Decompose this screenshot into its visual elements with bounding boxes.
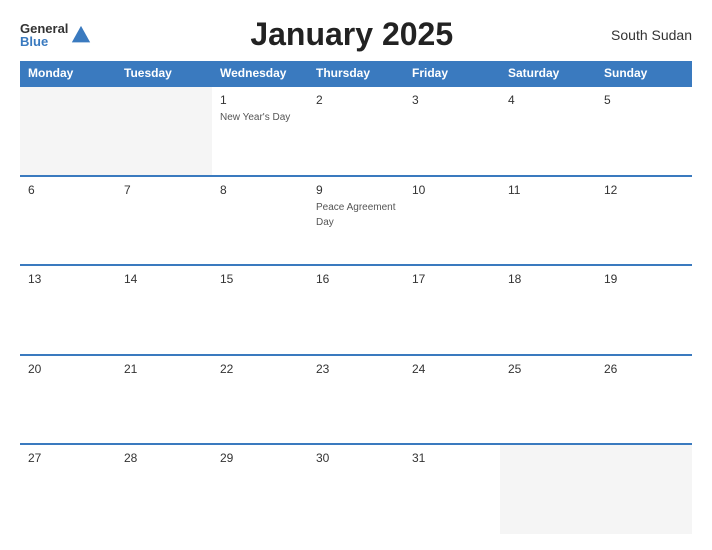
calendar-cell: 2 [308,86,404,176]
day-number: 17 [412,272,492,286]
calendar-cell: 15 [212,265,308,355]
calendar-week-row: 13 14 15 16 17 18 19 [20,265,692,355]
calendar-cell [116,86,212,176]
day-number: 2 [316,93,396,107]
day-number: 4 [508,93,588,107]
calendar-cell: 17 [404,265,500,355]
calendar-cell: 24 [404,355,500,445]
col-tuesday: Tuesday [116,61,212,86]
col-saturday: Saturday [500,61,596,86]
calendar-cell: 19 [596,265,692,355]
day-number: 28 [124,451,204,465]
calendar-cell: 30 [308,444,404,534]
calendar-title: January 2025 [92,16,611,53]
day-number: 8 [220,183,300,197]
holiday-label: New Year's Day [220,112,290,123]
calendar-cell: 27 [20,444,116,534]
calendar-cell: 1 New Year's Day [212,86,308,176]
day-number: 1 [220,93,300,107]
calendar-header-row: Monday Tuesday Wednesday Thursday Friday… [20,61,692,86]
day-number: 29 [220,451,300,465]
calendar-cell: 31 [404,444,500,534]
col-wednesday: Wednesday [212,61,308,86]
calendar-cell: 28 [116,444,212,534]
calendar-cell: 13 [20,265,116,355]
day-number: 24 [412,362,492,376]
day-number: 20 [28,362,108,376]
day-number: 14 [124,272,204,286]
day-number: 13 [28,272,108,286]
day-number: 19 [604,272,684,286]
calendar-cell: 12 [596,176,692,266]
logo-general-text: General [20,22,68,35]
calendar-header: General Blue January 2025 South Sudan [20,16,692,53]
day-number: 9 [316,183,396,197]
calendar-cell: 9 Peace Agreement Day [308,176,404,266]
calendar-cell: 8 [212,176,308,266]
calendar-cell: 6 [20,176,116,266]
col-friday: Friday [404,61,500,86]
day-number: 7 [124,183,204,197]
calendar-cell [20,86,116,176]
day-number: 16 [316,272,396,286]
calendar-cell: 7 [116,176,212,266]
day-number: 31 [412,451,492,465]
logo-blue-text: Blue [20,35,68,48]
calendar-cell: 14 [116,265,212,355]
logo-icon [70,24,92,46]
holiday-label: Peace Agreement Day [316,202,396,228]
day-number: 21 [124,362,204,376]
calendar-week-row: 20 21 22 23 24 25 26 [20,355,692,445]
calendar-cell: 16 [308,265,404,355]
calendar-cell: 20 [20,355,116,445]
day-number: 25 [508,362,588,376]
calendar-cell: 23 [308,355,404,445]
day-number: 30 [316,451,396,465]
day-number: 6 [28,183,108,197]
calendar-cell: 4 [500,86,596,176]
day-number: 10 [412,183,492,197]
day-number: 12 [604,183,684,197]
calendar-cell: 26 [596,355,692,445]
calendar-cell [500,444,596,534]
day-number: 22 [220,362,300,376]
day-number: 5 [604,93,684,107]
col-monday: Monday [20,61,116,86]
calendar-cell: 29 [212,444,308,534]
calendar-cell: 22 [212,355,308,445]
day-number: 27 [28,451,108,465]
calendar-cell: 10 [404,176,500,266]
calendar-cell: 11 [500,176,596,266]
col-sunday: Sunday [596,61,692,86]
calendar-cell: 18 [500,265,596,355]
calendar-cell: 3 [404,86,500,176]
day-number: 11 [508,183,588,197]
calendar-week-row: 1 New Year's Day 2 3 4 5 [20,86,692,176]
day-number: 15 [220,272,300,286]
day-number: 26 [604,362,684,376]
day-number: 3 [412,93,492,107]
logo: General Blue [20,22,92,48]
calendar-table: Monday Tuesday Wednesday Thursday Friday… [20,61,692,534]
col-thursday: Thursday [308,61,404,86]
country-label: South Sudan [611,27,692,43]
calendar-week-row: 6 7 8 9 Peace Agreement Day 10 11 12 [20,176,692,266]
calendar-cell: 25 [500,355,596,445]
calendar-cell: 21 [116,355,212,445]
day-number: 23 [316,362,396,376]
day-number: 18 [508,272,588,286]
calendar-week-row: 27 28 29 30 31 [20,444,692,534]
calendar-cell [596,444,692,534]
calendar-page: General Blue January 2025 South Sudan Mo… [0,0,712,550]
calendar-cell: 5 [596,86,692,176]
